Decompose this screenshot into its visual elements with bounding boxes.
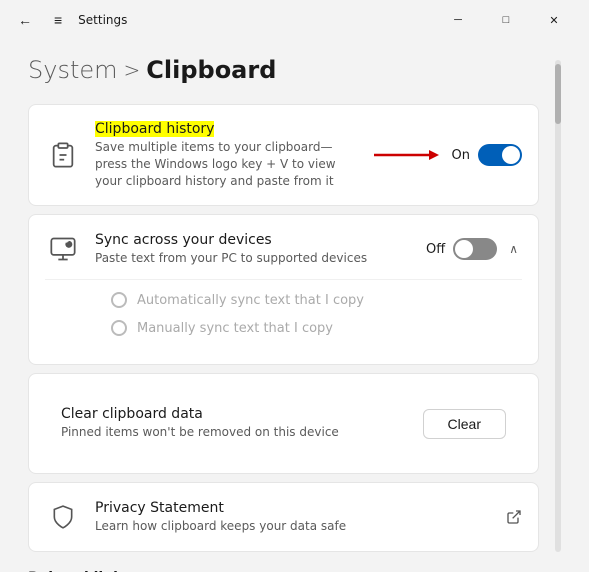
back-button[interactable]: ← [12, 8, 38, 32]
privacy-row: Privacy Statement Learn how clipboard ke… [45, 499, 522, 535]
titlebar: ← ≡ Settings ─ □ ✕ [0, 0, 589, 40]
maximize-icon: □ [503, 14, 510, 26]
titlebar-controls: ─ □ ✕ [435, 4, 577, 36]
menu-icon: ≡ [54, 12, 62, 28]
scrollbar[interactable] [555, 60, 561, 552]
clear-button[interactable]: Clear [423, 409, 506, 439]
back-icon: ← [18, 12, 32, 28]
menu-button[interactable]: ≡ [48, 8, 68, 32]
minimize-icon: ─ [454, 14, 462, 26]
chevron-up-icon: ∧ [509, 242, 518, 256]
privacy-desc: Learn how clipboard keeps your data safe [95, 518, 492, 535]
sync-devices-row: Sync across your devices Paste text from… [45, 231, 522, 267]
clear-data-desc: Pinned items won't be removed on this de… [61, 424, 339, 441]
clipboard-history-row: Clipboard history Save multiple items to… [45, 121, 522, 189]
auto-sync-radio[interactable] [111, 292, 127, 308]
minimize-button[interactable]: ─ [435, 4, 481, 36]
breadcrumb-system[interactable]: System [28, 56, 118, 84]
close-button[interactable]: ✕ [531, 4, 577, 36]
clipboard-icon [45, 137, 81, 173]
toggle-knob [502, 146, 520, 164]
clipboard-history-desc: Save multiple items to your clipboard—pr… [95, 139, 360, 189]
red-arrow-annotation [374, 145, 444, 165]
sync-devices-toggle[interactable] [453, 238, 497, 260]
breadcrumb-current: Clipboard [146, 56, 276, 84]
sync-icon [45, 231, 81, 267]
titlebar-title: Settings [78, 13, 127, 27]
clipboard-history-title: Clipboard history [95, 121, 360, 137]
sync-devices-title: Sync across your devices [95, 232, 412, 248]
sync-devices-card: Sync across your devices Paste text from… [28, 214, 539, 365]
clear-data-row: Clear clipboard data Pinned items won't … [45, 390, 522, 457]
clipboard-history-title-highlighted: Clipboard history [95, 121, 214, 137]
privacy-title[interactable]: Privacy Statement [95, 500, 492, 516]
scrollbar-thumb[interactable] [555, 64, 561, 124]
titlebar-left: ← ≡ Settings [12, 8, 127, 32]
sync-devices-text: Sync across your devices Paste text from… [95, 232, 412, 267]
clipboard-history-card: Clipboard history Save multiple items to… [28, 104, 539, 206]
clear-data-title: Clear clipboard data [61, 406, 339, 422]
auto-sync-option[interactable]: Automatically sync text that I copy [111, 292, 506, 308]
content-area: System > Clipboard Clipboard history [0, 40, 589, 572]
sync-devices-desc: Paste text from your PC to supported dev… [95, 250, 412, 267]
clear-data-text: Clear clipboard data Pinned items won't … [61, 406, 339, 441]
main-panel: System > Clipboard Clipboard history [28, 56, 539, 556]
manual-sync-option[interactable]: Manually sync text that I copy [111, 320, 506, 336]
privacy-text: Privacy Statement Learn how clipboard ke… [95, 500, 492, 535]
sync-expand-button[interactable]: ∧ [505, 238, 522, 260]
breadcrumb: System > Clipboard [28, 56, 539, 84]
sync-devices-control: Off ∧ [426, 238, 522, 260]
clipboard-history-control: On [374, 144, 522, 166]
privacy-card: Privacy Statement Learn how clipboard ke… [28, 482, 539, 552]
toggle-on-label: On [452, 148, 470, 163]
sync-off-label: Off [426, 242, 445, 257]
sync-toggle-knob [455, 240, 473, 258]
maximize-button[interactable]: □ [483, 4, 529, 36]
manual-sync-radio[interactable] [111, 320, 127, 336]
clipboard-history-toggle[interactable] [478, 144, 522, 166]
auto-sync-label: Automatically sync text that I copy [137, 293, 364, 308]
privacy-external-link[interactable] [506, 509, 522, 525]
sync-options-panel: Automatically sync text that I copy Manu… [45, 279, 522, 348]
privacy-icon [45, 499, 81, 535]
clear-data-card: Clear clipboard data Pinned items won't … [28, 373, 539, 474]
manual-sync-label: Manually sync text that I copy [137, 321, 333, 336]
breadcrumb-separator: > [124, 58, 141, 82]
close-icon: ✕ [549, 14, 558, 27]
clipboard-history-text: Clipboard history Save multiple items to… [95, 121, 360, 189]
